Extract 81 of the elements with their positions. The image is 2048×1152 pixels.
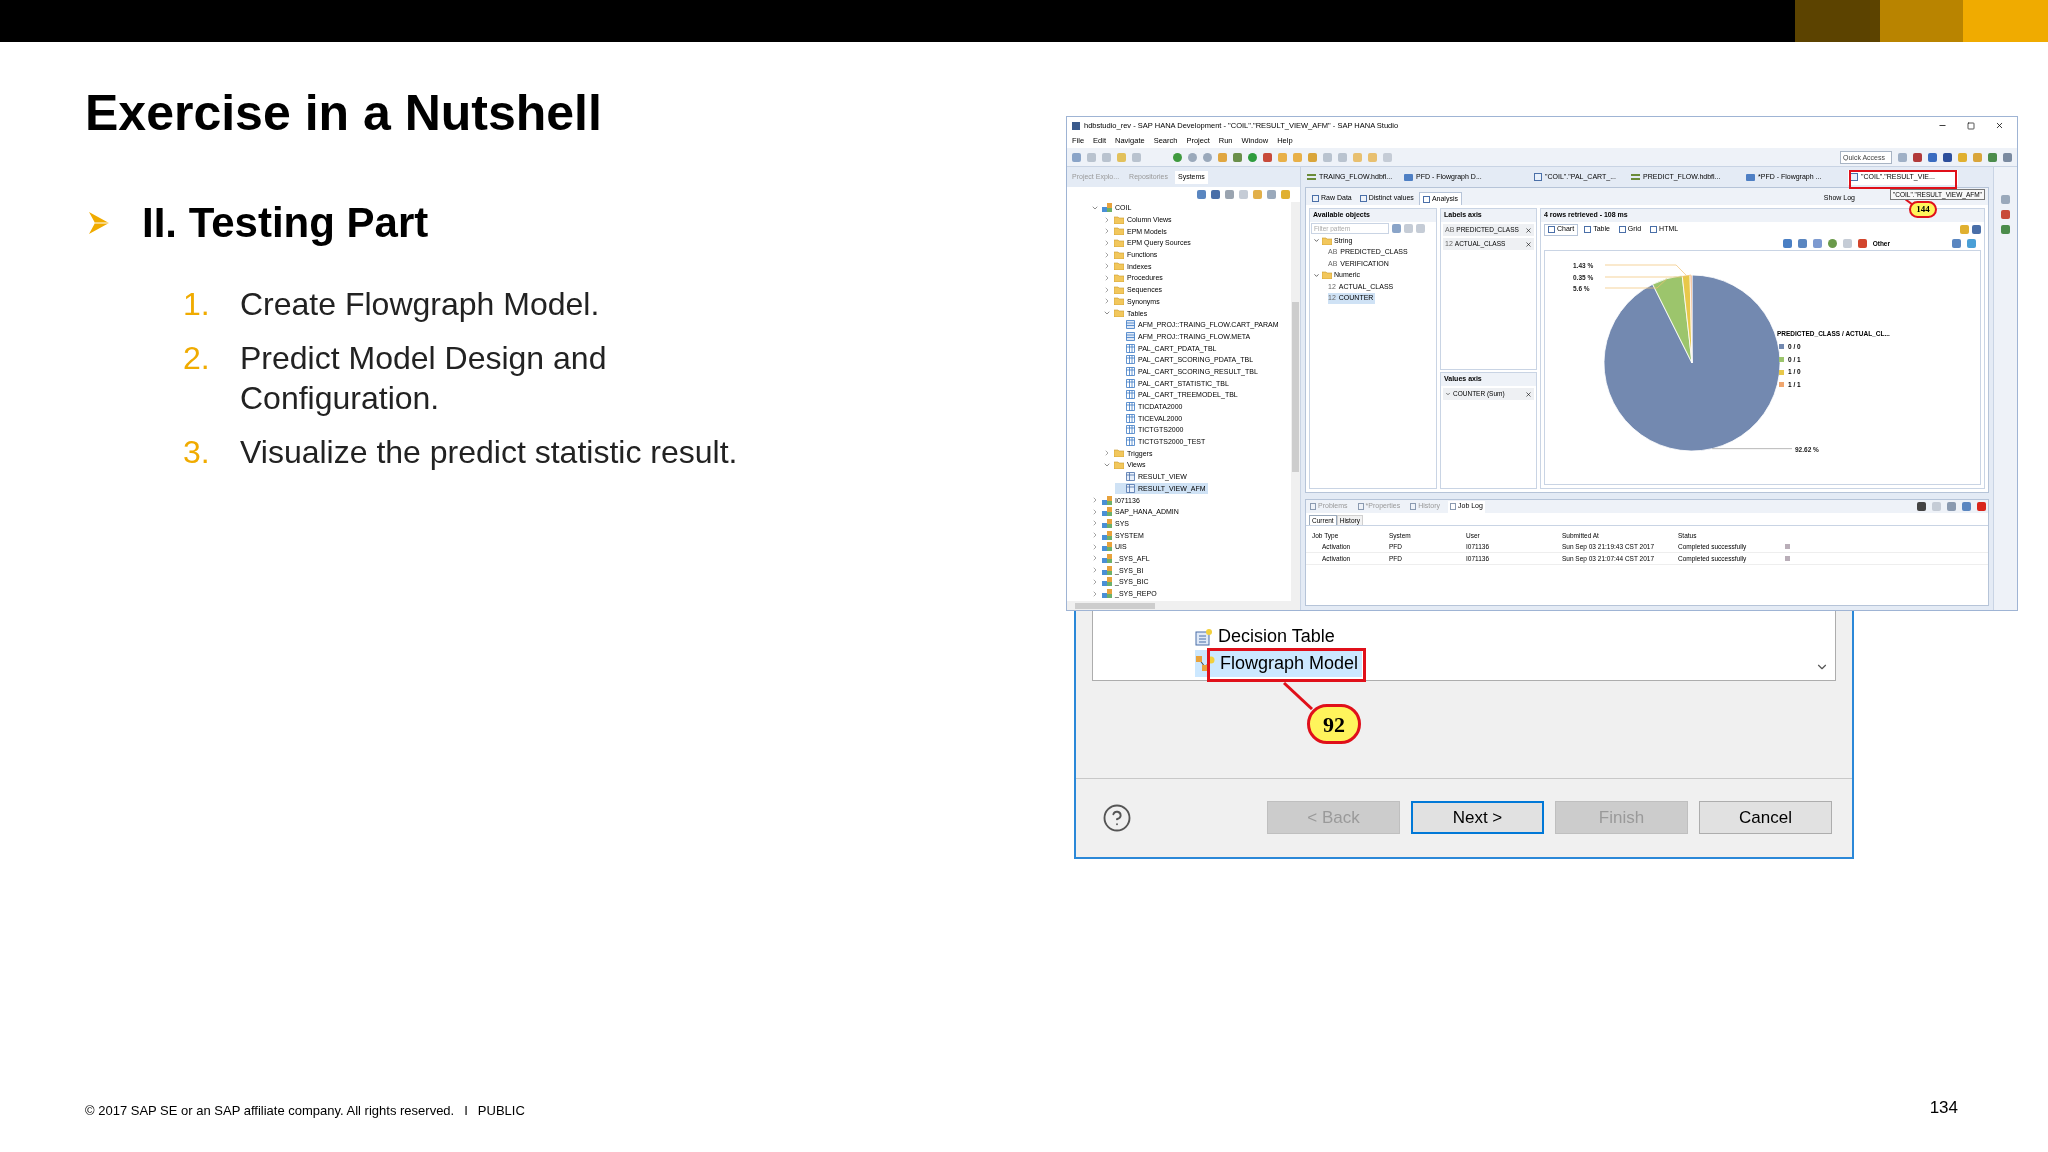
table-icon: [1126, 413, 1135, 423]
copyright-text: © 2017 SAP SE or an SAP affiliate company. All rights reserved.: [85, 1101, 455, 1120]
leader-line: [1905, 199, 1913, 205]
view-icon: [1126, 483, 1135, 493]
close-icon[interactable]: [1995, 121, 2004, 130]
legend-swatch: [1779, 344, 1784, 350]
database-icon: [1102, 542, 1112, 552]
status-icon: [1785, 556, 1790, 561]
dropdown-icon[interactable]: [1445, 391, 1451, 397]
callout-badge: 144: [1909, 201, 1937, 218]
database-icon: [1102, 589, 1112, 599]
tab-icon: [1410, 503, 1417, 510]
app-icon: [1072, 121, 1080, 130]
file-icon: [1746, 173, 1755, 181]
slide-title: Exercise in a Nutshell: [85, 85, 603, 142]
horizontal-scrollbar[interactable]: [1067, 601, 1300, 610]
table-icon: [1126, 320, 1135, 330]
help-icon[interactable]: [1102, 802, 1132, 833]
flowgraph-icon: [1195, 654, 1215, 673]
view-icon: [1534, 173, 1542, 181]
view-icon: [1126, 472, 1135, 482]
remove-icon[interactable]: [1525, 390, 1532, 398]
step-text: Visualize the predict statistic result.: [240, 433, 739, 472]
database-icon: [1102, 530, 1112, 540]
arrow-bullet-icon: [88, 211, 110, 235]
view-icon: [1850, 173, 1858, 181]
database-icon: [1102, 203, 1112, 213]
list-item[interactable]: Flowgraph Model: [1195, 650, 1363, 677]
database-icon: [1102, 553, 1112, 563]
tab-icon: [1450, 503, 1456, 510]
tab-icon: [1422, 195, 1430, 203]
leader-line: [1283, 682, 1313, 710]
maximize-icon[interactable]: [1967, 121, 1975, 130]
callout-badge: 92: [1307, 704, 1361, 744]
step-number: 2.: [183, 339, 211, 378]
dialog-button[interactable]: Cancel: [1699, 801, 1832, 834]
dialog-button[interactable]: Next >: [1411, 801, 1544, 834]
table-icon: [1126, 355, 1135, 365]
step-number: 1.: [183, 285, 211, 324]
classification-label: PUBLIC: [477, 1101, 525, 1120]
file-icon: [1404, 173, 1413, 181]
step-text: Create Flowgraph Model.: [240, 285, 601, 324]
table-icon: [1126, 366, 1135, 376]
table-icon: [1126, 437, 1135, 447]
legend-swatch: [1779, 369, 1784, 375]
table-icon: [1126, 331, 1135, 341]
folder-icon: [1322, 271, 1332, 280]
tab-icon: [1357, 503, 1364, 510]
table-icon: [1126, 343, 1135, 353]
tab-icon: [1618, 226, 1626, 233]
tab-icon: [1359, 195, 1367, 202]
tab-icon: [1650, 226, 1658, 233]
step-text: Predict Model Design and Configuration.: [240, 339, 608, 418]
table-icon: [1126, 390, 1135, 400]
flow-icon: [1307, 174, 1316, 180]
legend-swatch: [1779, 382, 1784, 388]
vertical-scrollbar[interactable]: [1291, 202, 1300, 601]
section-heading: II. Testing Part: [142, 199, 429, 247]
folder-icon: [1322, 236, 1332, 245]
decision-table-icon: [1195, 627, 1213, 646]
table-icon: [1126, 402, 1135, 412]
list-item[interactable]: Decision Table: [1195, 623, 1339, 650]
remove-icon[interactable]: [1525, 226, 1532, 234]
legend-swatch: [1779, 356, 1784, 362]
database-icon: [1102, 565, 1112, 575]
database-icon: [1102, 577, 1112, 587]
table-icon: [1126, 378, 1135, 388]
status-icon: [1785, 544, 1790, 549]
tab-icon: [1310, 503, 1316, 510]
database-icon: [1102, 495, 1112, 505]
database-icon: [1102, 518, 1112, 528]
flow-icon: [1631, 174, 1640, 180]
tab-icon: [1584, 226, 1592, 233]
database-icon: [1102, 507, 1112, 517]
tab-icon: [1312, 195, 1319, 202]
step-number: 3.: [183, 433, 211, 472]
separator-text: I: [464, 1101, 468, 1120]
page-number: 134: [1929, 1096, 1958, 1119]
tab-icon: [1548, 226, 1555, 233]
remove-icon[interactable]: [1525, 240, 1532, 248]
table-icon: [1126, 425, 1135, 435]
